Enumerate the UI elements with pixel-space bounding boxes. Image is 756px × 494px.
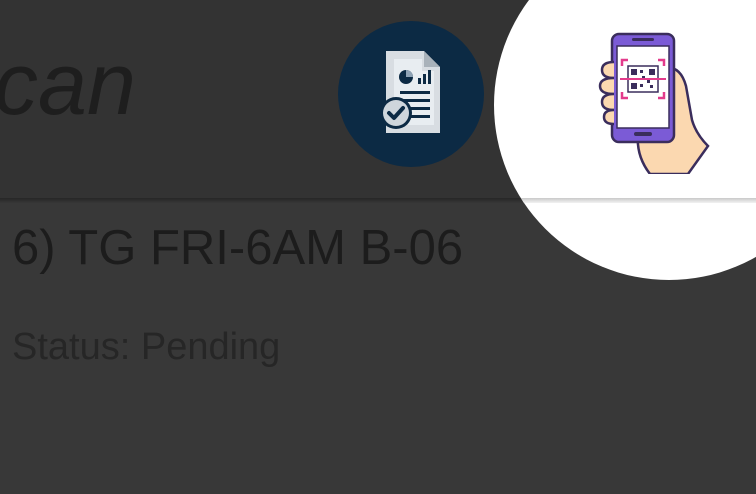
list-item-title: 6) TG FRI-6AM B-06: [12, 221, 464, 275]
app-title: can: [0, 34, 136, 133]
list-item-status: Status: Pending: [12, 326, 281, 368]
app-screen: can 6) TG FRI-6AM B-06 Status: Pending: [0, 0, 756, 494]
phone-qr-scan-icon: [598, 32, 710, 176]
spotlight-divider: [494, 198, 756, 203]
report-button[interactable]: [338, 21, 484, 167]
scan-button[interactable]: [584, 24, 714, 176]
report-document-check-icon: [380, 51, 440, 133]
